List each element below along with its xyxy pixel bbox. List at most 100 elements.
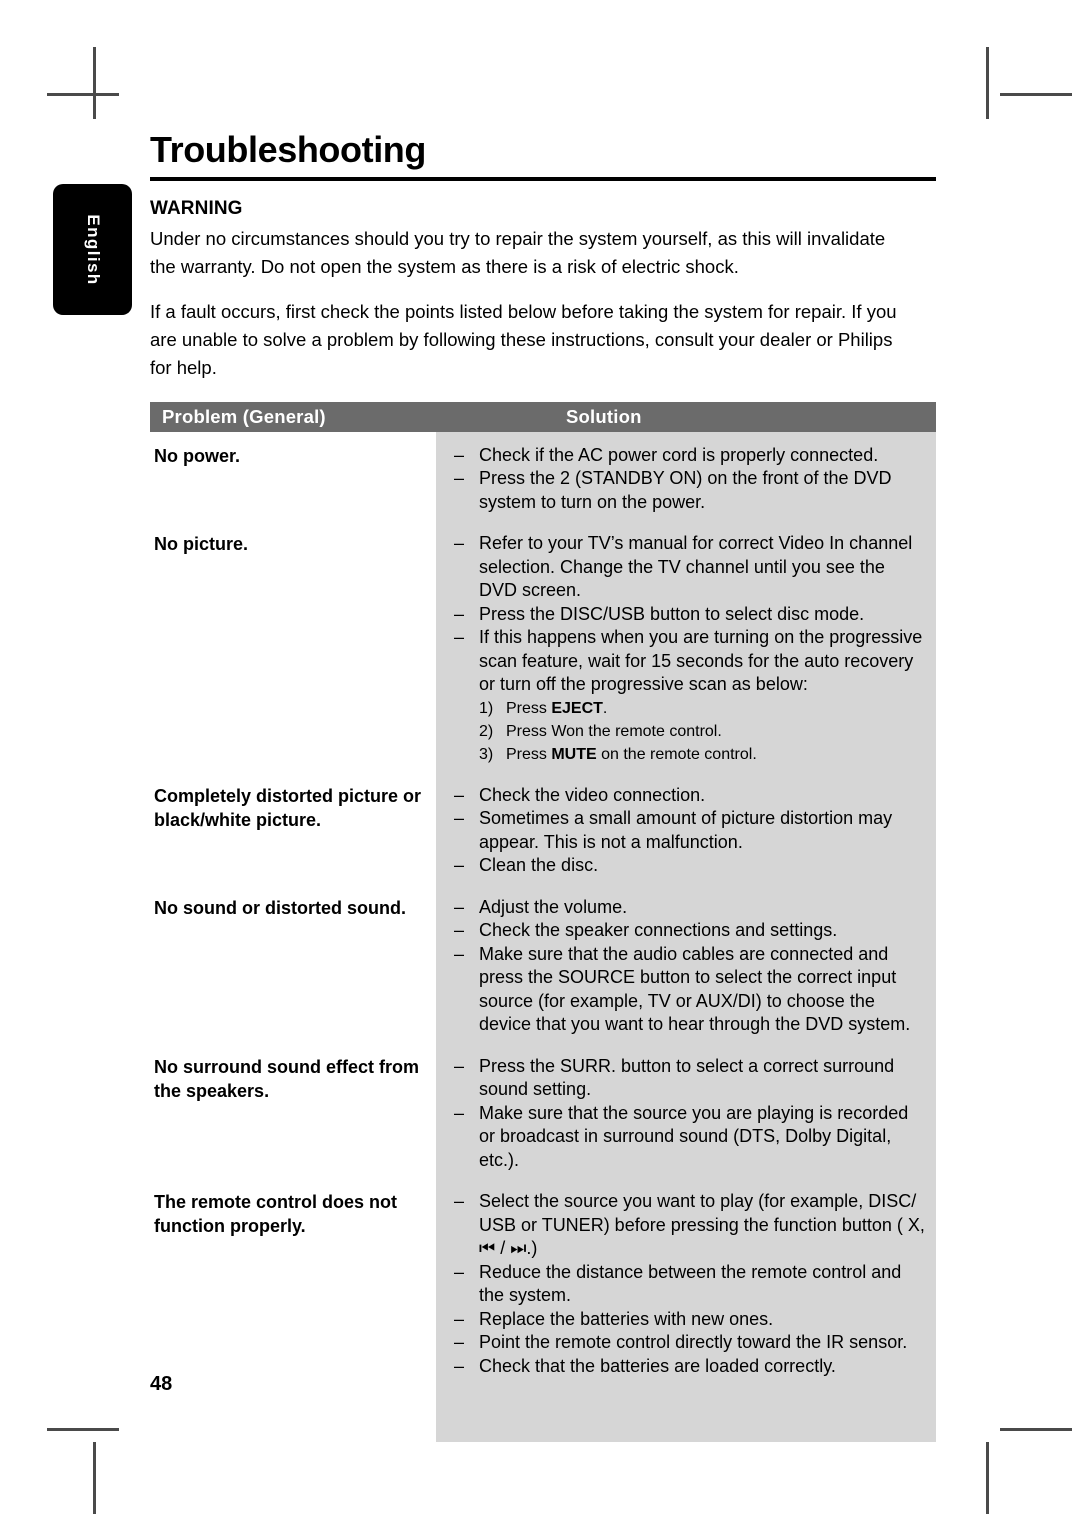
page-number: 48	[150, 1373, 173, 1395]
dash-bullet-icon: –	[454, 1055, 465, 1076]
table-header-row: Problem (General) Solution	[150, 401, 936, 432]
substep-number: 1)	[479, 699, 494, 717]
row-gap	[150, 832, 436, 850]
table-header-solution: Solution	[566, 405, 642, 427]
problem-cell: The remote control does not function pro…	[154, 1192, 398, 1237]
dash-bullet-icon: –	[454, 1355, 465, 1376]
solution-cell: – Press the SURR. button to select a corr…	[454, 1055, 926, 1173]
solution-item-text: Sometimes a small amount of picture dist…	[479, 808, 893, 852]
solution-item-text: Reduce the distance between the remote c…	[479, 1261, 902, 1306]
substep-text: Press Won the remote control.	[506, 722, 722, 740]
crop-mark-top-right-vertical	[986, 47, 989, 119]
solution-item: – Point the remote control directly towar…	[454, 1331, 926, 1355]
substep-number: 3)	[479, 745, 494, 763]
solution-item-text: Press the DISC/USB button to select disc…	[479, 603, 865, 624]
solution-item: – Adjust the volume.	[454, 896, 926, 920]
crop-mark-bottom-left-horizontal	[47, 1428, 119, 1431]
solution-item: – Make sure that the source you are playi…	[454, 1102, 926, 1173]
problem-cell: No surround sound effect from the speake…	[154, 1056, 419, 1101]
solution-item: – Clean the disc.	[454, 854, 926, 878]
solution-cell: – Select the source you want to play (for…	[454, 1190, 926, 1378]
solution-item: – Check the video connection.	[454, 784, 926, 808]
solution-item: – Make sure that the audio cables are con…	[454, 943, 926, 1037]
troubleshooting-table: Problem (General) Solution No power. No p…	[150, 401, 936, 1442]
row-gap	[150, 920, 436, 938]
dash-bullet-icon: –	[454, 1261, 465, 1282]
solution-substep: 2) Press Won the remote control.	[454, 720, 926, 743]
solution-item-text: Press the 2 (STANDBY ON) on the front of…	[479, 468, 892, 512]
page-title: Troubleshooting	[150, 129, 426, 170]
solution-item: – Refer to your TV’s manual for correct V…	[454, 532, 926, 603]
solution-cell: – Adjust the volume. – Check the speaker co…	[454, 896, 926, 1037]
row-gap	[150, 556, 436, 574]
substep-text: Press	[506, 699, 552, 717]
crop-mark-top-left-horizontal	[47, 93, 119, 96]
solution-item-text: Check the speaker connections and settin…	[479, 920, 838, 941]
row-gap	[454, 1172, 926, 1190]
row-gap	[150, 468, 436, 486]
solution-item-text: Adjust the volume.	[479, 896, 628, 917]
solution-item: – Press the DISC/USB button to select dis…	[454, 603, 926, 627]
dash-bullet-icon: –	[454, 1332, 465, 1353]
problem-cell: No sound or distorted sound.	[154, 897, 406, 918]
solution-item: – Select the source you want to play (for…	[454, 1190, 926, 1261]
row-gap	[454, 878, 926, 896]
page-content: Troubleshooting WARNING Under no circums…	[150, 0, 936, 1442]
dash-bullet-icon: –	[454, 855, 465, 876]
problem-cell: Completely distorted picture or black/wh…	[154, 785, 422, 830]
dash-bullet-icon: –	[454, 1308, 465, 1329]
solution-cell: – Check the video connection. – Sometimes a…	[454, 784, 926, 878]
solution-substep: 1) Press EJECT.	[454, 697, 926, 720]
solution-item-text: Press the SURR. button to select a corre…	[479, 1055, 895, 1100]
row-gap	[150, 1103, 436, 1121]
crop-mark-bottom-right-vertical	[986, 1442, 989, 1514]
solution-item-text: Select the source you want to play (for …	[479, 1191, 925, 1259]
solution-cell: – Check if the AC power cord is properly …	[454, 444, 926, 515]
solution-item-text: Make sure that the audio cables are conn…	[479, 943, 911, 1035]
crop-mark-bottom-left-vertical	[93, 1442, 96, 1514]
substep-number: 2)	[479, 722, 494, 740]
substep-text-tail: on the remote control.	[596, 745, 757, 763]
solution-item: – Check the speaker connections and setti…	[454, 919, 926, 943]
substep-button-name: MUTE	[551, 745, 597, 763]
dash-bullet-icon: –	[454, 896, 465, 917]
crop-mark-bottom-right-horizontal	[1000, 1428, 1072, 1431]
solution-item-text: Refer to your TV’s manual for correct Vi…	[479, 533, 913, 601]
solution-item-text: Check if the AC power cord is properly c…	[479, 444, 879, 465]
dash-bullet-icon: –	[454, 533, 465, 554]
dash-bullet-icon: –	[454, 1102, 465, 1123]
table-header-problem: Problem (General)	[162, 405, 326, 427]
solution-item: – Replace the batteries with new ones.	[454, 1308, 926, 1332]
row-gap	[454, 514, 926, 532]
problem-cell: No picture.	[154, 534, 249, 555]
dash-bullet-icon: –	[454, 468, 465, 489]
row-gap	[454, 766, 926, 784]
row-gap	[454, 1037, 926, 1055]
substep-button-name: EJECT	[551, 699, 603, 717]
dash-bullet-icon: –	[454, 920, 465, 941]
language-tab-label: English	[83, 213, 103, 286]
dash-bullet-icon: –	[454, 1191, 465, 1212]
solution-item-text: Point the remote control directly toward…	[479, 1332, 908, 1353]
warning-paragraph-2: If a fault occurs, first check the point…	[150, 300, 897, 378]
warning-paragraph-1: Under no circumstances should you try to…	[150, 227, 886, 277]
solution-item: – Sometimes a small amount of picture dis…	[454, 807, 926, 854]
substep-text-tail: .	[602, 699, 608, 717]
solution-item: – Press the SURR. button to select a corr…	[454, 1055, 926, 1102]
solution-item: – Reduce the distance between the remote …	[454, 1261, 926, 1308]
solution-item-text: Clean the disc.	[479, 855, 599, 876]
language-tab: English	[53, 184, 132, 315]
dash-bullet-icon: –	[454, 808, 465, 829]
substep-text: Press	[506, 745, 552, 763]
table-body: No power. No picture. Completely distorted…	[150, 431, 936, 1442]
solution-item-text: Check the video connection.	[479, 784, 706, 805]
solution-item-text: Make sure that the source you are playin…	[479, 1102, 909, 1170]
solution-column: – Check if the AC power cord is properly …	[436, 431, 936, 1442]
solution-cell: – Refer to your TV’s manual for correct V…	[454, 532, 926, 766]
solution-item: – If this happens when you are turning on…	[454, 626, 926, 697]
solution-item: – Check if the AC power cord is properly …	[454, 444, 926, 468]
warning-heading: WARNING	[150, 197, 243, 219]
crop-mark-top-right-horizontal	[1000, 93, 1072, 96]
solution-substep: 3) Press MUTE on the remote control.	[454, 743, 926, 766]
warning-block: WARNING Under no circumstances should yo…	[150, 181, 936, 382]
